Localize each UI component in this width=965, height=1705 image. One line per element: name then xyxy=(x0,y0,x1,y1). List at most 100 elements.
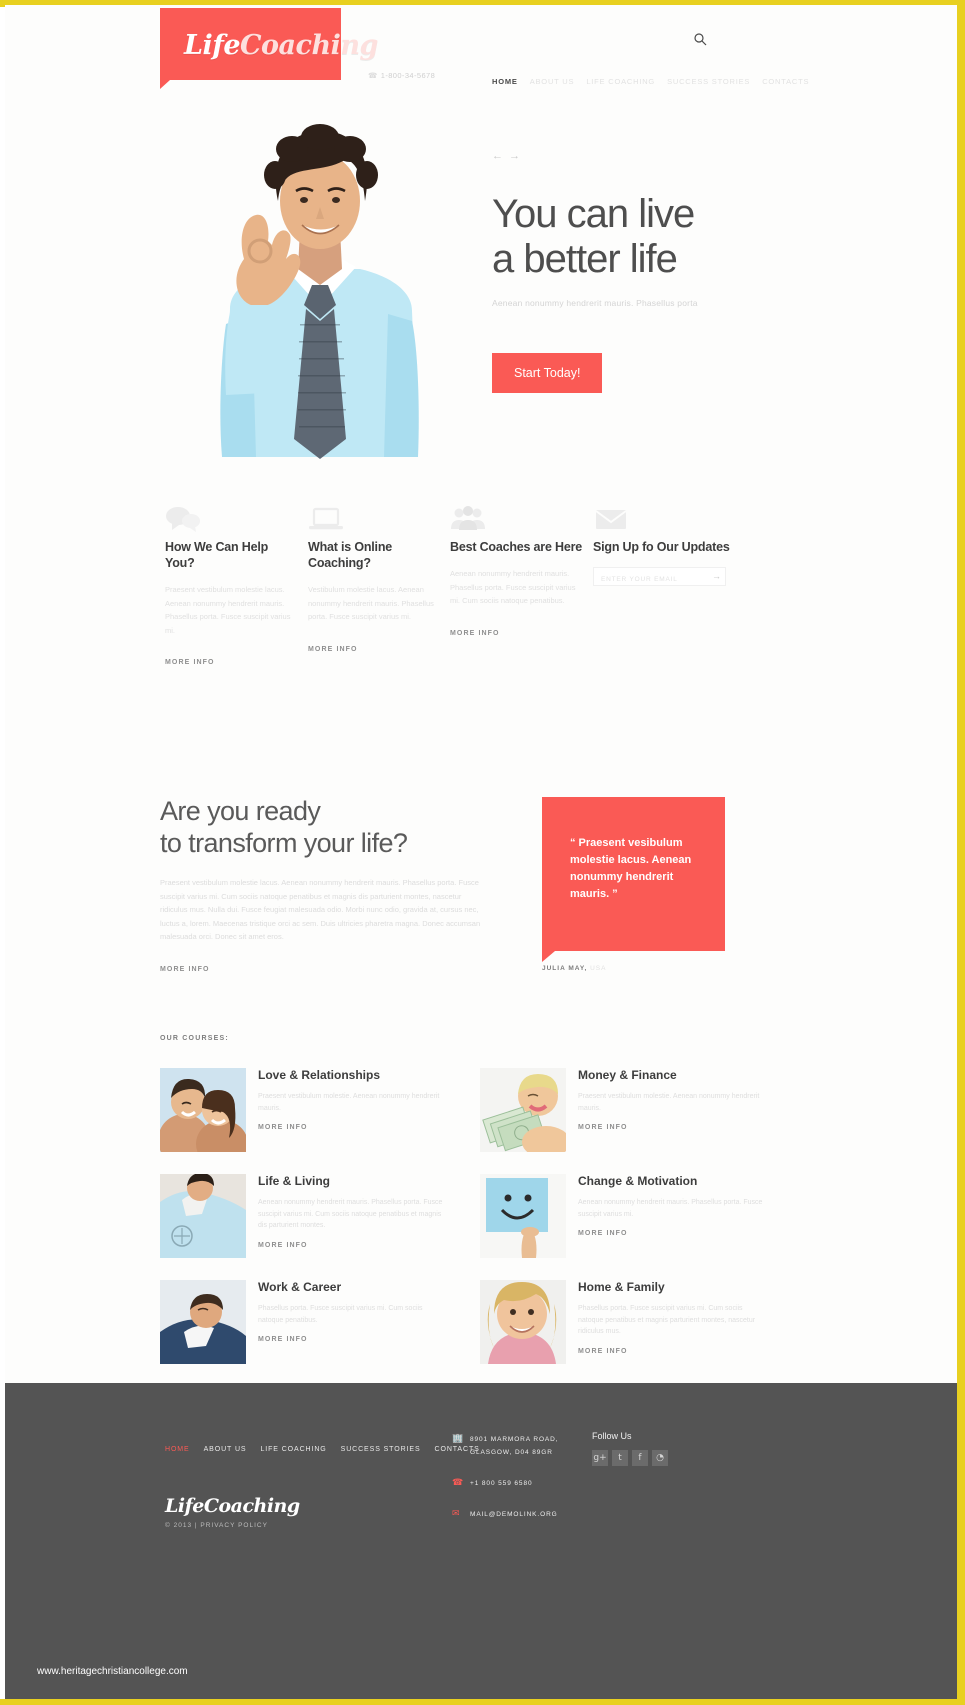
courses-grid: Love & Relationships Praesent vestibulum… xyxy=(160,1068,800,1364)
email-input[interactable] xyxy=(594,571,699,588)
nav-item-success-stories[interactable]: SUCCESS STORIES xyxy=(667,77,750,86)
slider-prev-arrow-icon[interactable]: ← xyxy=(492,150,509,162)
feature-more-info-link[interactable]: MORE INFO xyxy=(308,646,358,653)
course-title: Work & Career xyxy=(258,1280,342,1294)
footer-brand-block: LifeCoaching © 2013 | PRIVACY POLICY xyxy=(165,1495,300,1529)
course-body: Aenean nonummy hendrerit mauris. Phasell… xyxy=(578,1199,763,1218)
feature-body: Praesent vestibulum molestie lacus. Aene… xyxy=(165,585,291,635)
transform-title: Are you ready to transform your life? xyxy=(160,795,490,859)
hero-photo xyxy=(160,109,480,464)
course-thumbnail-money xyxy=(480,1068,566,1152)
transform-title-line1: Are you ready xyxy=(160,796,321,826)
header-phone[interactable]: ☎ 1-800-34-5678 xyxy=(368,71,435,80)
course-card-life-living[interactable]: Life & Living Aenean nonummy hendrerit m… xyxy=(160,1174,445,1258)
facebook-icon[interactable]: f xyxy=(632,1450,648,1466)
feature-body: Aenean nonummy hendrerit mauris. Phasell… xyxy=(450,569,576,605)
header-phone-number: 1-800-34-5678 xyxy=(380,71,436,80)
page-content: LifeCoaching ☎ 1-800-34-5678 HOME ABOUT US… xyxy=(5,5,957,1699)
follow-us-label: Follow Us xyxy=(592,1431,632,1441)
transform-title-line2: to transform your life? xyxy=(160,828,408,858)
courses-section: OUR COURSES: Love & Relationships Praese… xyxy=(5,1035,957,1364)
hero-slider-arrows: ←→ xyxy=(492,150,792,162)
course-thumbnail-work xyxy=(160,1280,246,1364)
feature-body: Vestibulum molestie lacus. Aenean nonumm… xyxy=(308,585,434,621)
nav-item-contacts[interactable]: CONTACTS xyxy=(762,77,809,86)
course-card-money-finance[interactable]: Money & Finance Praesent vestibulum mole… xyxy=(480,1068,765,1152)
course-more-info-link[interactable]: MORE INFO xyxy=(578,1348,628,1355)
nav-item-life-coaching[interactable]: LIFE COACHING xyxy=(586,77,655,86)
site-header: LifeCoaching ☎ 1-800-34-5678 HOME ABOUT US… xyxy=(5,5,957,95)
rss-icon[interactable]: ◔ xyxy=(652,1450,668,1466)
footer-phone[interactable]: +1 800 559 6580 xyxy=(470,1477,602,1490)
testimonial-author: JULIA MAY, USA xyxy=(542,965,606,972)
watermark-text: www.heritagechristiancollege.com xyxy=(37,1666,188,1677)
newsletter-form: → xyxy=(593,567,726,588)
feature-card-signup: Sign Up fo Our Updates → xyxy=(593,505,733,588)
transform-copy: Are you ready to transform your life? Pra… xyxy=(160,795,490,976)
course-text: Home & Family Phasellus porta. Fusce sus… xyxy=(578,1280,765,1358)
feature-card-best-coaches: Best Coaches are Here Aenean nonummy hen… xyxy=(450,505,585,640)
course-body: Praesent vestibulum molestie. Aenean non… xyxy=(258,1093,440,1112)
footer-nav-item-success-stories[interactable]: SUCCESS STORIES xyxy=(341,1446,421,1453)
testimonial-quote-box: “ Praesent vesibulum molestie lacus. Aen… xyxy=(542,797,725,962)
footer-copyright: © 2013 | PRIVACY POLICY xyxy=(165,1522,300,1529)
footer-nav-item-life-coaching[interactable]: LIFE COACHING xyxy=(260,1446,326,1453)
course-more-info-link[interactable]: MORE INFO xyxy=(258,1336,308,1343)
feature-card-online-coaching: What is Online Coaching? Vestibulum mole… xyxy=(308,505,443,656)
nav-item-about-us[interactable]: ABOUT US xyxy=(530,77,575,86)
course-card-change-motivation[interactable]: Change & Motivation Aenean nonummy hendr… xyxy=(480,1174,765,1258)
hero-subtitle: Aenean nonummy hendrerit mauris. Phasell… xyxy=(492,298,698,308)
hero-title-line1: You can live xyxy=(492,192,695,236)
privacy-policy-link[interactable]: PRIVACY POLICY xyxy=(200,1522,268,1529)
feature-more-info-link[interactable]: MORE INFO xyxy=(165,659,215,666)
footer-nav-item-about-us[interactable]: ABOUT US xyxy=(204,1446,247,1453)
transform-body: Praesent vestibulum molestie lacus. Aene… xyxy=(160,878,481,941)
course-more-info-link[interactable]: MORE INFO xyxy=(258,1242,308,1249)
testimonial-text: “ Praesent vesibulum molestie lacus. Aen… xyxy=(570,837,692,900)
footer-address: 8901 MARMORA ROAD, GLASGOW, D04 89GR xyxy=(470,1433,602,1459)
footer-logo[interactable]: LifeCoaching xyxy=(165,1495,300,1517)
course-thumbnail-home xyxy=(480,1280,566,1364)
hero-section: ←→ You can live a better life Aenean nonu… xyxy=(5,95,957,480)
course-card-work-career[interactable]: Work & Career Phasellus porta. Fusce sus… xyxy=(160,1280,445,1364)
testimonial-author-meta: USA xyxy=(590,965,607,972)
logo-text-light: Coaching xyxy=(240,30,378,61)
start-today-button[interactable]: Start Today! xyxy=(492,353,603,393)
logo-badge[interactable]: LifeCoaching xyxy=(160,8,378,89)
newsletter-submit-button[interactable]: → xyxy=(712,571,721,582)
features-section: How We Can Help You? Praesent vestibulum… xyxy=(5,505,957,700)
nav-item-home[interactable]: HOME xyxy=(492,77,518,86)
course-body: Phasellus porta. Fusce suscipit varius m… xyxy=(578,1305,756,1335)
slider-next-arrow-icon[interactable]: → xyxy=(509,150,526,162)
laptop-icon xyxy=(308,505,443,539)
footer-email-link[interactable]: MAIL@DEMOLINK.ORG xyxy=(470,1511,558,1518)
footer-navigation: HOME ABOUT US LIFE COACHING SUCCESS STORIES… xyxy=(165,1438,494,1456)
site-footer: HOME ABOUT US LIFE COACHING SUCCESS STORIES… xyxy=(5,1383,957,1699)
phone-icon: ☎ xyxy=(368,71,378,80)
footer-logo-bold: Life xyxy=(165,1495,204,1517)
envelope-icon xyxy=(593,505,733,539)
footer-nav-item-home[interactable]: HOME xyxy=(165,1446,190,1453)
search-icon[interactable] xyxy=(694,33,707,46)
course-more-info-link[interactable]: MORE INFO xyxy=(578,1230,628,1237)
google-plus-icon[interactable]: g+ xyxy=(592,1450,608,1466)
course-card-love-relationships[interactable]: Love & Relationships Praesent vestibulum… xyxy=(160,1068,445,1152)
twitter-icon[interactable]: t xyxy=(612,1450,628,1466)
course-card-home-family[interactable]: Home & Family Phasellus porta. Fusce sus… xyxy=(480,1280,765,1364)
feature-more-info-link[interactable]: MORE INFO xyxy=(450,630,500,637)
transform-more-info-link[interactable]: MORE INFO xyxy=(160,966,210,973)
frame-border-bottom xyxy=(0,1699,965,1705)
course-text: Change & Motivation Aenean nonummy hendr… xyxy=(578,1174,765,1240)
testimonial-author-name: JULIA MAY, xyxy=(542,965,588,972)
course-more-info-link[interactable]: MORE INFO xyxy=(258,1124,308,1131)
footer-follow-block: Follow Us g+ t f ◔ xyxy=(592,1431,668,1466)
social-links: g+ t f ◔ xyxy=(592,1450,668,1466)
course-thumbnail-change xyxy=(480,1174,566,1258)
feature-title: Sign Up fo Our Updates xyxy=(593,540,730,554)
course-title: Change & Motivation xyxy=(578,1174,698,1188)
course-title: Life & Living xyxy=(258,1174,330,1188)
header-topbar: ☎ 1-800-34-5678 HOME ABOUT US LIFE COACHING… xyxy=(5,71,957,93)
hero-title: You can live a better life xyxy=(492,192,792,282)
course-title: Home & Family xyxy=(578,1280,665,1294)
course-more-info-link[interactable]: MORE INFO xyxy=(578,1124,628,1131)
